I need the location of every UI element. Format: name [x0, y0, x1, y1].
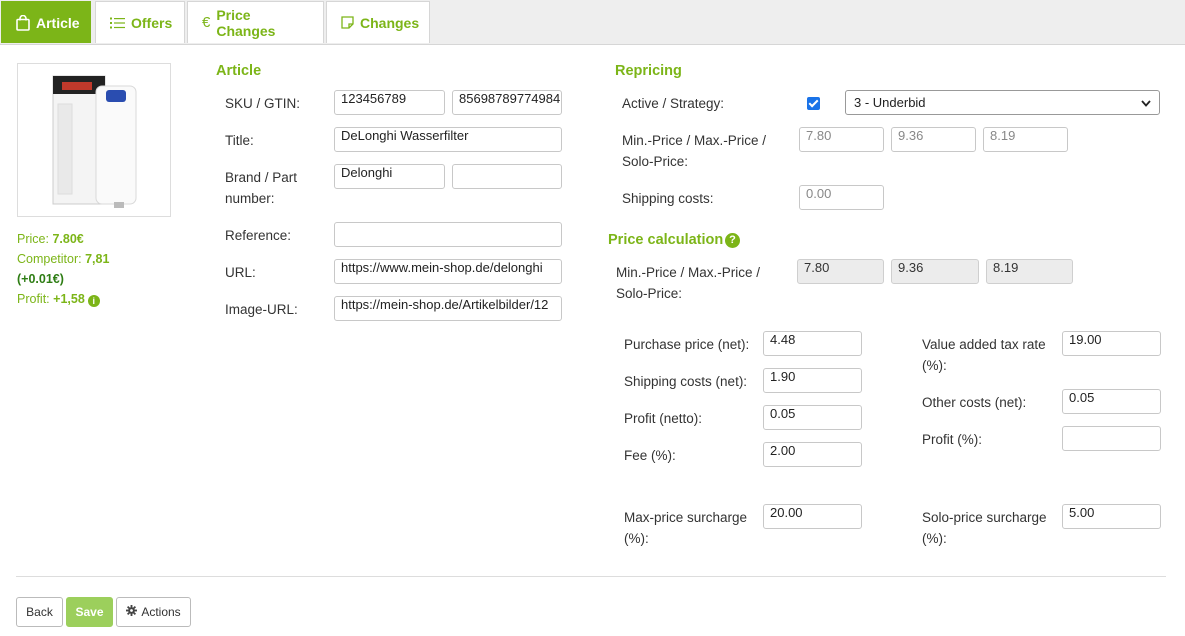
shopping-bag-icon [16, 14, 30, 31]
url-label: URL: [225, 265, 256, 280]
reference-label: Reference: [225, 228, 292, 243]
repricing-section-title: Repricing [615, 63, 682, 79]
help-icon[interactable]: ? [725, 233, 740, 248]
sku-input[interactable]: 123456789 [334, 90, 445, 115]
repricing-minmax-label: Min.-Price / Max.-Price / Solo-Price: [622, 133, 767, 169]
solo-surcharge-input[interactable]: 5.00 [1062, 504, 1161, 529]
competitor-value: 7,81 [85, 252, 110, 266]
url-input[interactable]: https://www.mein-shop.de/delonghi [334, 259, 562, 284]
profit-netto-label: Profit (netto): [624, 411, 703, 426]
fee-label: Fee (%): [624, 448, 676, 463]
euro-icon: € [202, 14, 211, 31]
brand-input[interactable]: Delonghi [334, 164, 445, 189]
max-surcharge-label: Max-price surcharge (%): [624, 510, 748, 546]
tab-label: Offers [131, 14, 173, 31]
active-strategy-label: Active / Strategy: [622, 96, 725, 111]
tab-changes[interactable]: Changes [326, 1, 430, 43]
calc-min-price: 7.80 [797, 259, 884, 284]
competitor-diff: (+0.01€) [17, 272, 64, 286]
list-icon [110, 17, 125, 29]
image-url-label: Image-URL: [225, 302, 298, 317]
article-section-title: Article [216, 63, 262, 79]
repricing-solo-price-input[interactable]: 8.19 [983, 127, 1068, 152]
tab-label: Article [36, 14, 80, 31]
profit-label: Profit: [17, 292, 50, 306]
reference-input[interactable] [334, 222, 562, 247]
other-costs-input[interactable]: 0.05 [1062, 389, 1161, 414]
gear-icon [126, 605, 138, 619]
profit-value: +1,58 [53, 292, 85, 306]
tab-price-changes[interactable]: € Price Changes [187, 1, 324, 43]
price-summary: Price: 7.80€ Competitor: 7,81 (+0.01€) P… [17, 229, 109, 309]
title-input[interactable]: DeLonghi Wasserfilter [334, 127, 562, 152]
purchase-price-label: Purchase price (net): [624, 337, 750, 352]
profit-percent-label: Profit (%): [922, 432, 983, 447]
chevron-down-icon [1141, 95, 1151, 110]
tab-label: Price Changes [216, 6, 276, 39]
profit-percent-input[interactable] [1062, 426, 1161, 451]
actions-button[interactable]: Actions [116, 597, 191, 627]
footer-divider [16, 576, 1166, 577]
repricing-max-price-input[interactable]: 9.36 [891, 127, 976, 152]
vat-input[interactable]: 19.00 [1062, 331, 1161, 356]
part-number-input[interactable] [452, 164, 562, 189]
calc-solo-price: 8.19 [986, 259, 1073, 284]
price-value: 7.80€ [52, 232, 84, 246]
info-icon[interactable]: i [87, 295, 100, 307]
gtin-input[interactable]: 85698789774984 [452, 90, 562, 115]
shipping-net-label: Shipping costs (net): [624, 374, 748, 389]
back-button[interactable]: Back [16, 597, 63, 627]
shipping-net-input[interactable]: 1.90 [763, 368, 862, 393]
competitor-label: Competitor: [17, 252, 82, 266]
calc-minmax-label: Min.-Price / Max.-Price / Solo-Price: [616, 265, 761, 301]
title-label: Title: [225, 133, 254, 148]
shipping-costs-input[interactable]: 0.00 [799, 185, 884, 210]
note-icon [341, 16, 354, 29]
repricing-min-price-input[interactable]: 7.80 [799, 127, 884, 152]
other-costs-label: Other costs (net): [922, 395, 1027, 410]
save-button[interactable]: Save [66, 597, 113, 627]
solo-surcharge-label: Solo-price surcharge (%): [922, 510, 1047, 546]
tab-bar: Article Offers € Price Changes Changes [0, 0, 1185, 44]
price-calculation-title: Price calculation [608, 232, 724, 248]
calc-max-price: 9.36 [891, 259, 979, 284]
tab-article[interactable]: Article [1, 1, 91, 43]
price-label: Price: [17, 232, 49, 246]
strategy-value: 3 - Underbid [854, 95, 926, 110]
vat-label: Value added tax rate (%): [922, 337, 1046, 373]
max-surcharge-input[interactable]: 20.00 [763, 504, 862, 529]
fee-input[interactable]: 2.00 [763, 442, 862, 467]
image-url-input[interactable]: https://mein-shop.de/Artikelbilder/12 [334, 296, 562, 321]
tab-label: Changes [360, 14, 420, 31]
sku-label: SKU / GTIN: [225, 96, 301, 111]
tab-offers[interactable]: Offers [95, 1, 185, 43]
actions-label: Actions [141, 605, 181, 619]
active-checkbox[interactable] [807, 97, 820, 110]
product-image [17, 63, 171, 217]
strategy-select[interactable]: 3 - Underbid [845, 90, 1160, 115]
purchase-price-input[interactable]: 4.48 [763, 331, 862, 356]
profit-netto-input[interactable]: 0.05 [763, 405, 862, 430]
shipping-costs-label: Shipping costs: [622, 191, 714, 206]
article-panel: Price: 7.80€ Competitor: 7,81 (+0.01€) P… [0, 44, 1185, 636]
brand-label: Brand / Part number: [225, 170, 298, 206]
